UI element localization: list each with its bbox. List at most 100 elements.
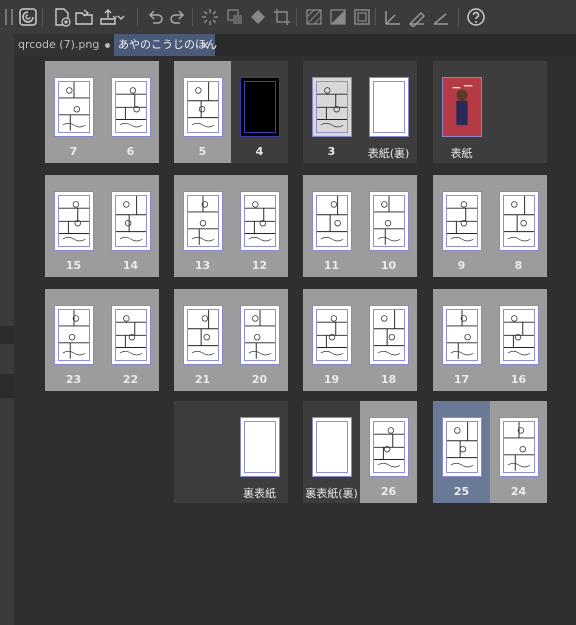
page-spread[interactable]: 13 12 <box>174 175 288 277</box>
brush-icon[interactable] <box>407 7 427 27</box>
page-thumbnail[interactable] <box>54 191 94 251</box>
new-file-icon[interactable] <box>52 7 72 27</box>
page-number-label: 24 <box>510 485 527 498</box>
page-thumbnail[interactable] <box>54 305 94 365</box>
page-thumbnail[interactable] <box>369 191 409 251</box>
page-thumbnail[interactable] <box>369 77 409 137</box>
page-slot[interactable]: 19 <box>303 289 360 391</box>
page-slot[interactable]: 21 <box>174 289 231 391</box>
page-thumbnail[interactable] <box>499 417 539 477</box>
page-slot[interactable]: 22 <box>102 289 159 391</box>
panel-collapse-handle[interactable] <box>0 374 14 398</box>
page-slot[interactable]: 15 <box>45 175 102 277</box>
page-thumbnail[interactable] <box>183 191 223 251</box>
redo-icon[interactable] <box>168 7 188 27</box>
page-thumbnail[interactable] <box>499 305 539 365</box>
page-thumbnail[interactable] <box>312 191 352 251</box>
page-spread[interactable]: 裏表紙 <box>174 401 288 503</box>
page-thumbnail[interactable] <box>442 77 482 137</box>
page-slot[interactable]: 5 <box>174 61 231 163</box>
page-slot[interactable]: 25 <box>433 401 490 503</box>
page-slot[interactable]: 11 <box>303 175 360 277</box>
page-slot[interactable]: 表紙 <box>433 61 490 163</box>
page-slot[interactable]: 9 <box>433 175 490 277</box>
page-thumbnail[interactable] <box>54 77 94 137</box>
page-slot[interactable]: 18 <box>360 289 417 391</box>
border-icon[interactable] <box>352 7 372 27</box>
page-number-label: 4 <box>255 145 264 158</box>
chevron-down-icon[interactable] <box>116 7 126 27</box>
page-spread[interactable]: 76 <box>45 61 159 163</box>
angle-icon[interactable] <box>431 7 451 27</box>
page-slot[interactable]: 3 <box>303 61 360 163</box>
page-spread[interactable]: 15 14 <box>45 175 159 277</box>
tab-ayanokouji-book[interactable]: あやのこうじのほん × <box>114 34 217 56</box>
document-tab-bar: qrcode (7).png あやのこうじのほん × <box>14 34 576 57</box>
page-spread[interactable]: 54 <box>174 61 288 163</box>
page-slot[interactable]: 23 <box>45 289 102 391</box>
page-spread[interactable]: 3 表紙(裏) <box>303 61 417 163</box>
page-spread[interactable]: 17 16 <box>433 289 547 391</box>
export-icon[interactable] <box>98 7 118 27</box>
page-spread[interactable]: 19 18 <box>303 289 417 391</box>
help-icon[interactable] <box>466 7 486 27</box>
page-slot[interactable]: 16 <box>490 289 547 391</box>
page-thumbnail[interactable] <box>499 191 539 251</box>
page-thumbnail[interactable] <box>240 77 280 137</box>
page-slot[interactable]: 13 <box>174 175 231 277</box>
toolbar-grip[interactable] <box>5 9 13 25</box>
page-thumbnail[interactable] <box>442 417 482 477</box>
page-slot[interactable]: 14 <box>102 175 159 277</box>
page-thumbnail[interactable] <box>442 191 482 251</box>
page-spread[interactable]: 98 <box>433 175 547 277</box>
page-slot[interactable]: 6 <box>102 61 159 163</box>
loading-icon[interactable] <box>200 7 220 27</box>
page-thumbnail[interactable] <box>111 77 151 137</box>
page-thumbnail[interactable] <box>312 417 352 477</box>
toolbar-separator <box>375 8 376 26</box>
page-slot[interactable]: 8 <box>490 175 547 277</box>
page-thumbnail[interactable] <box>240 305 280 365</box>
page-thumbnail[interactable] <box>442 305 482 365</box>
page-thumbnail[interactable] <box>369 305 409 365</box>
open-folder-icon[interactable] <box>74 7 94 27</box>
page-slot[interactable]: 4 <box>231 61 288 163</box>
page-thumbnail[interactable] <box>183 77 223 137</box>
page-slot[interactable]: 24 <box>490 401 547 503</box>
ruler-icon[interactable] <box>383 7 403 27</box>
page-slot[interactable]: 10 <box>360 175 417 277</box>
page-slot[interactable]: 20 <box>231 289 288 391</box>
page-thumbnail[interactable] <box>312 77 352 137</box>
transform-icon[interactable] <box>225 7 245 27</box>
page-slot[interactable] <box>490 61 547 163</box>
page-slot[interactable]: 表紙(裏) <box>360 61 417 163</box>
page-thumbnail[interactable] <box>183 305 223 365</box>
page-thumbnail[interactable] <box>312 305 352 365</box>
page-slot[interactable]: 17 <box>433 289 490 391</box>
fill-icon[interactable] <box>248 7 268 27</box>
page-thumbnail[interactable] <box>369 417 409 477</box>
page-slot[interactable] <box>174 401 231 503</box>
page-slot[interactable]: 7 <box>45 61 102 163</box>
close-tab-icon[interactable]: × <box>200 34 210 56</box>
page-spread[interactable]: 裏表紙(裏) 26 <box>303 401 417 503</box>
hatch-icon[interactable] <box>304 7 324 27</box>
page-slot[interactable]: 26 <box>360 401 417 503</box>
page-spread[interactable]: 11 10 <box>303 175 417 277</box>
page-slot[interactable]: 12 <box>231 175 288 277</box>
page-thumbnail[interactable] <box>240 417 280 477</box>
undo-icon[interactable] <box>145 7 165 27</box>
page-spread[interactable]: 23 22 <box>45 289 159 391</box>
page-thumbnail[interactable] <box>111 305 151 365</box>
page-spread[interactable]: 25 24 <box>433 401 547 503</box>
page-thumbnail[interactable] <box>111 191 151 251</box>
app-logo-icon[interactable] <box>18 7 38 27</box>
page-spread[interactable]: 21 20 <box>174 289 288 391</box>
page-slot[interactable]: 裏表紙(裏) <box>303 401 360 503</box>
crop-icon[interactable] <box>272 7 292 27</box>
gradient-icon[interactable] <box>328 7 348 27</box>
page-spread[interactable]: 表紙 <box>433 61 547 163</box>
page-slot[interactable]: 裏表紙 <box>231 401 288 503</box>
tab-qrcode[interactable]: qrcode (7).png <box>14 34 114 56</box>
page-thumbnail[interactable] <box>240 191 280 251</box>
